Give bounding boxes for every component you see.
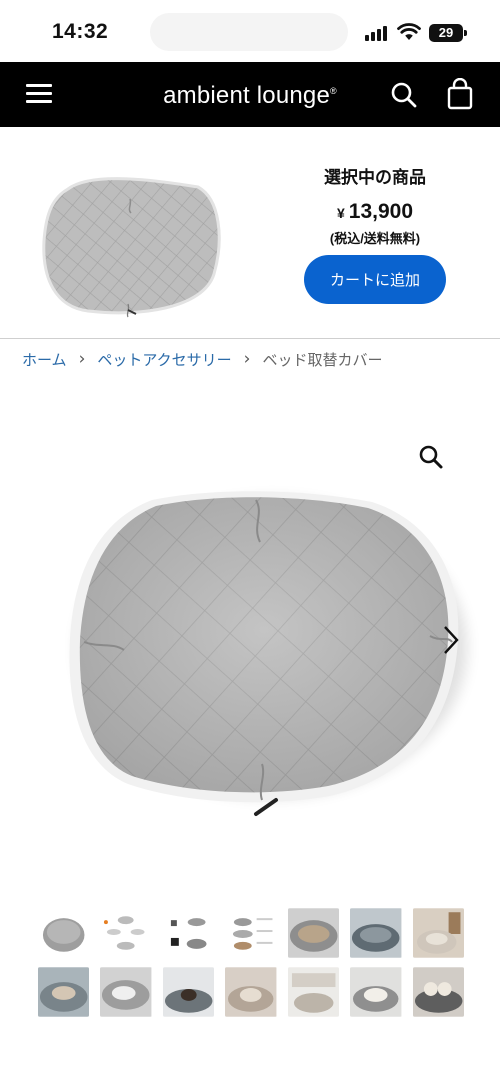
thumbnail-row: [38, 908, 464, 958]
zoom-icon[interactable]: [418, 444, 444, 470]
thumbnail-gallery: [38, 908, 464, 1026]
chevron-right-icon[interactable]: [440, 624, 462, 656]
hamburger-menu-icon[interactable]: [26, 83, 52, 105]
product-price: ¥13,900: [300, 200, 450, 224]
breadcrumb: ホーム › ペットアクセサリー › ベッド取替カバー: [22, 347, 382, 371]
currency-symbol: ¥: [336, 205, 345, 221]
search-icon[interactable]: [390, 81, 418, 109]
status-time: 14:32: [52, 20, 109, 43]
product-thumbnail[interactable]: [38, 908, 90, 958]
selected-product-info: 選択中の商品 ¥13,900 (税込/送料無料): [300, 163, 450, 247]
product-thumbnail[interactable]: [100, 967, 152, 1017]
chevron-right-icon: ›: [78, 349, 86, 369]
product-thumbnail[interactable]: [225, 967, 277, 1017]
brand-logo[interactable]: ambient lounge®: [150, 82, 350, 110]
battery-cap: [464, 30, 467, 36]
breadcrumb-current: ベッド取替カバー: [262, 350, 383, 369]
dynamic-island: [150, 13, 348, 51]
product-thumbnail[interactable]: [287, 908, 340, 958]
site-header: ambient lounge®: [0, 62, 500, 127]
product-thumbnail[interactable]: [162, 967, 215, 1017]
breadcrumb-category[interactable]: ペットアクセサリー: [97, 349, 231, 370]
product-thumbnail[interactable]: [38, 967, 90, 1017]
add-to-cart-button[interactable]: カートに追加: [304, 255, 446, 304]
product-thumbnail[interactable]: [225, 908, 277, 958]
status-bar: 14:32 29: [0, 0, 500, 62]
product-thumbnail[interactable]: [350, 967, 402, 1017]
wifi-icon: [397, 23, 421, 40]
product-thumbnail[interactable]: [100, 908, 152, 958]
battery-icon: 29: [429, 24, 463, 42]
registered-mark: ®: [330, 86, 337, 96]
selected-product-panel: 選択中の商品 ¥13,900 (税込/送料無料) カートに追加: [0, 127, 500, 339]
price-value: 13,900: [348, 200, 414, 223]
product-thumbnail[interactable]: [162, 908, 215, 958]
product-thumbnail[interactable]: [412, 908, 464, 958]
product-thumbnail[interactable]: [350, 908, 402, 958]
breadcrumb-home[interactable]: ホーム: [22, 349, 67, 370]
shopping-bag-icon[interactable]: [446, 78, 474, 110]
brand-name: ambient lounge: [163, 82, 331, 109]
product-thumbnail[interactable]: [412, 967, 464, 1017]
cellular-signal-icon: [365, 25, 391, 41]
thumbnail-row: [38, 967, 464, 1017]
selected-product-label: 選択中の商品: [324, 168, 426, 187]
chevron-right-icon: ›: [243, 349, 251, 369]
product-thumbnail[interactable]: [287, 967, 340, 1017]
tax-note: (税込/送料無料): [329, 231, 421, 246]
selected-product-image: [42, 177, 221, 318]
